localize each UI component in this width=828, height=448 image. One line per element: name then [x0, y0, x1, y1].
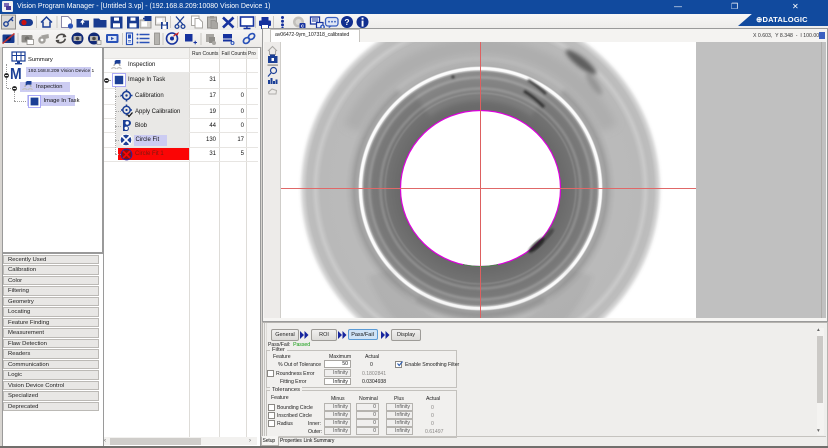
svg-text:?: ? [344, 17, 349, 27]
